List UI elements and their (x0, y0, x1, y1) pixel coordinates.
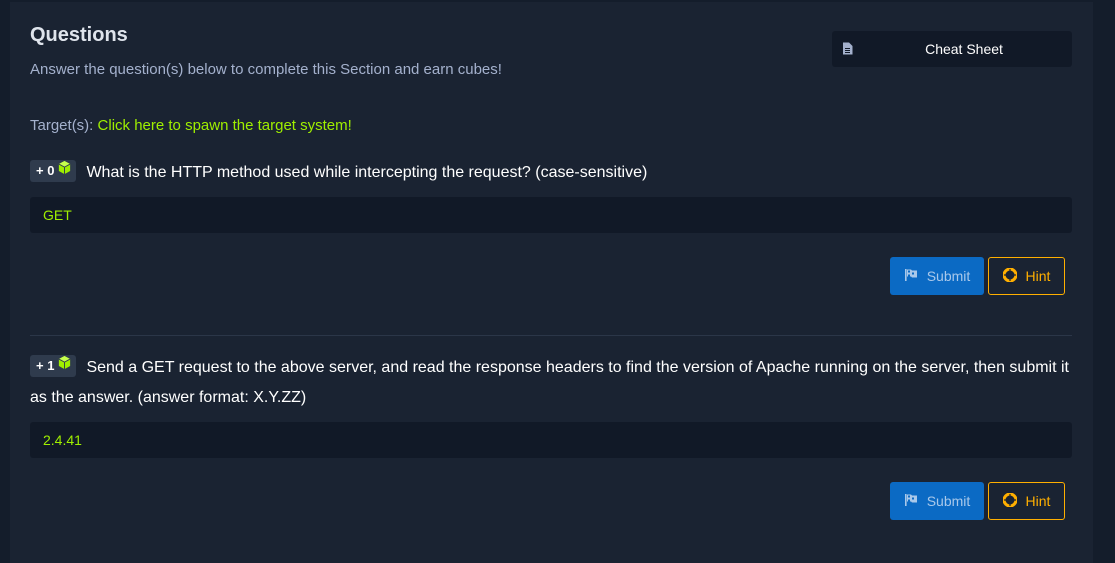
question-1: + 0 What is the HTTP method used while i… (30, 158, 1075, 188)
targets-line: Target(s): Click here to spawn the targe… (30, 117, 352, 134)
submit-button[interactable]: Submit (890, 482, 984, 520)
spawn-target-link[interactable]: Click here to spawn the target system! (98, 117, 352, 134)
cube-reward-badge: + 0 (30, 159, 77, 182)
lifebuoy-icon (1002, 267, 1018, 285)
hint-label: Hint (1025, 493, 1051, 509)
section-subtitle: Answer the question(s) below to complete… (30, 61, 502, 78)
cube-reward-badge: + 1 (30, 354, 77, 377)
submit-button[interactable]: Submit (890, 257, 984, 295)
hint-label: Hint (1025, 268, 1051, 284)
flag-icon (904, 268, 918, 285)
cube-count: + 1 (36, 357, 55, 373)
question-2: + 1 Send a GET request to the above serv… (30, 353, 1075, 413)
hint-button[interactable]: Hint (988, 257, 1065, 295)
cheat-sheet-button[interactable]: Cheat Sheet (832, 31, 1072, 67)
document-icon (842, 42, 853, 58)
question-text: Send a GET request to the above server, … (30, 359, 1069, 406)
cube-icon (57, 156, 72, 186)
lifebuoy-icon (1002, 492, 1018, 510)
question-divider (30, 335, 1072, 336)
answer-field[interactable]: GET (30, 197, 1072, 233)
cheat-sheet-label: Cheat Sheet (925, 41, 1003, 57)
questions-panel: Questions Answer the question(s) below t… (10, 2, 1093, 563)
section-title: Questions (30, 24, 128, 46)
submit-label: Submit (926, 493, 971, 509)
cube-count: + 0 (36, 162, 55, 178)
flag-icon (904, 493, 918, 510)
cube-icon (57, 351, 72, 381)
hint-button[interactable]: Hint (988, 482, 1065, 520)
answer-field[interactable]: 2.4.41 (30, 422, 1072, 458)
question-text: What is the HTTP method used while inter… (86, 164, 648, 181)
targets-label: Target(s): (30, 117, 94, 134)
submit-label: Submit (926, 268, 971, 284)
